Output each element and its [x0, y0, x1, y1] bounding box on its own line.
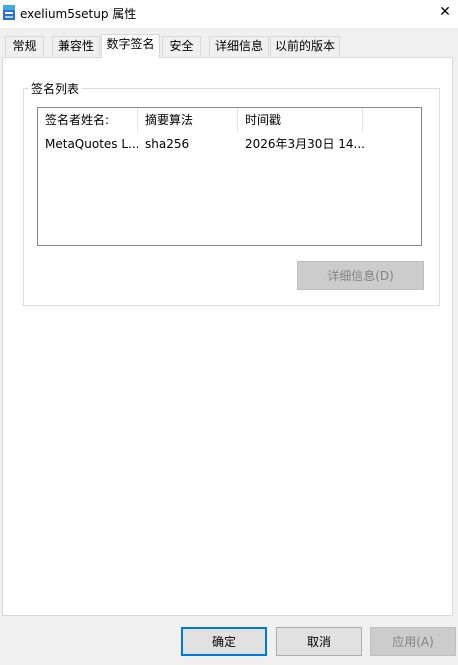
tab-details[interactable]: 详细信息: [209, 36, 269, 56]
signature-list-group: 签名列表 签名者姓名: 摘要算法 时间戳 MetaQuotes L... sha…: [23, 80, 440, 306]
signature-list-title: 签名列表: [29, 80, 82, 97]
column-header-timestamp[interactable]: 时间戳: [238, 108, 363, 132]
installer-icon: [3, 5, 15, 20]
digest-algorithm-cell: sha256: [145, 137, 190, 151]
timestamp-cell: 2026年3月30日 14...: [245, 137, 365, 151]
ok-button[interactable]: 确定: [181, 627, 267, 656]
tab-bar: 常规 兼容性 数字签名 安全 详细信息 以前的版本: [2, 34, 456, 58]
column-header-signer[interactable]: 签名者姓名:: [38, 108, 138, 132]
signer-name-cell: MetaQuotes L...: [45, 137, 138, 151]
column-header-digest[interactable]: 摘要算法: [138, 108, 238, 132]
tab-compatibility[interactable]: 兼容性: [52, 36, 100, 56]
signature-list[interactable]: 签名者姓名: 摘要算法 时间戳 MetaQuotes L... sha256 2…: [37, 107, 422, 246]
close-icon: ✕: [439, 4, 451, 20]
cancel-button[interactable]: 取消: [276, 627, 362, 656]
close-button[interactable]: ✕: [432, 0, 458, 24]
tab-digital-signatures[interactable]: 数字签名: [101, 34, 160, 58]
list-item[interactable]: MetaQuotes L... sha256 2026年3月30日 14...: [38, 132, 421, 156]
window-title: exelium5setup 属性: [20, 7, 137, 21]
tab-previous-versions[interactable]: 以前的版本: [270, 36, 340, 56]
apply-button[interactable]: 应用(A): [370, 627, 456, 656]
details-button[interactable]: 详细信息(D): [297, 261, 424, 290]
list-header: 签名者姓名: 摘要算法 时间戳: [38, 108, 421, 132]
tab-security[interactable]: 安全: [162, 36, 201, 56]
title-bar: exelium5setup 属性 ✕: [0, 0, 458, 28]
tab-general[interactable]: 常规: [5, 36, 44, 56]
tab-content-panel: 签名列表 签名者姓名: 摘要算法 时间戳 MetaQuotes L... sha…: [2, 57, 453, 616]
